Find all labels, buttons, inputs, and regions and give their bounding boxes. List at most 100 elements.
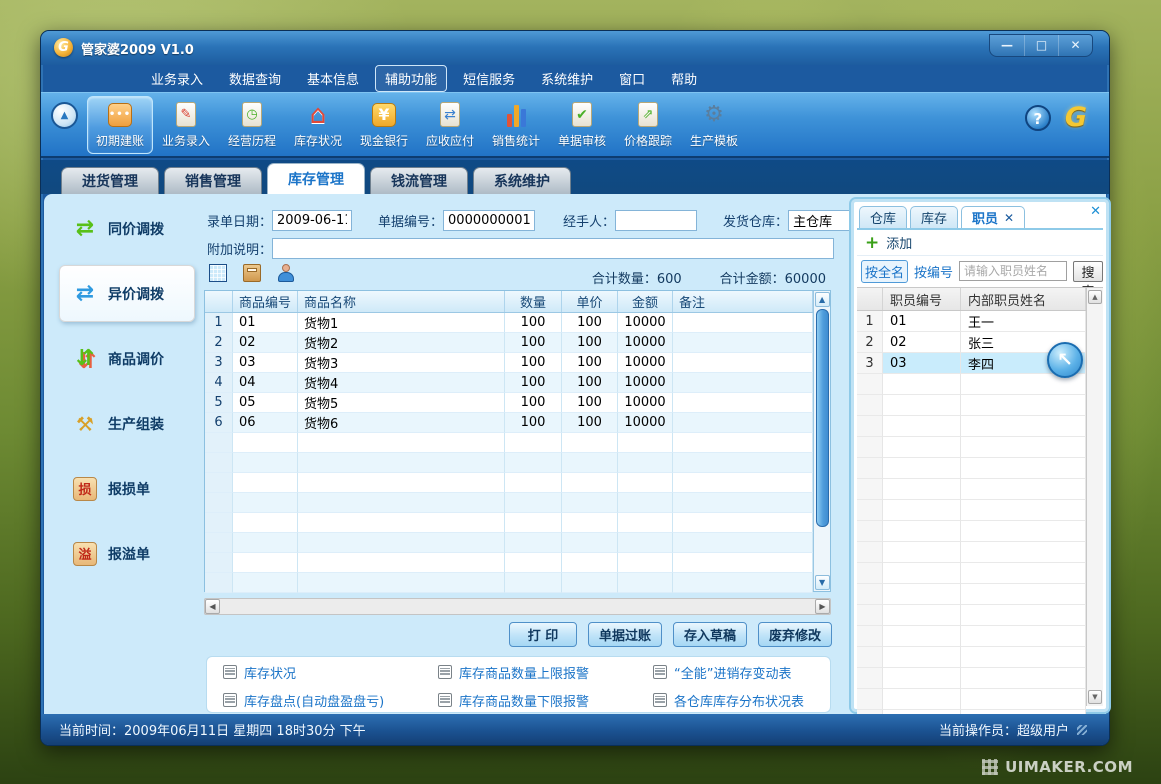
sidebar-item-overflow-report[interactable]: 溢 报溢单 — [59, 525, 195, 582]
menu-item-system-maintenance[interactable]: 系统维护 — [531, 65, 603, 92]
window-title: 管家婆2009 V1.0 — [81, 39, 194, 58]
menu-item-sms-service[interactable]: 短信服务 — [453, 65, 525, 92]
toolbar-item-price-tracking[interactable]: ⇗ 价格跟踪 — [615, 96, 681, 154]
toolbar-item-document-audit[interactable]: ✔ 单据审核 — [549, 96, 615, 154]
filter-by-fullname[interactable]: 按全名 — [861, 260, 908, 283]
link-warehouse-distribution[interactable]: 各仓库库存分布状况表 — [653, 691, 830, 710]
tab-system-maintenance[interactable]: 系统维护 — [473, 167, 571, 194]
link-lower-limit-alarm[interactable]: 库存商品数量下限报警 — [438, 691, 653, 710]
post-document-button[interactable]: 单据过账 — [588, 622, 662, 647]
tab-sales-management[interactable]: 销售管理 — [164, 167, 262, 194]
tab-inventory-management[interactable]: 库存管理 — [267, 163, 365, 194]
bar-chart-icon — [502, 101, 530, 129]
menu-item-aux-functions[interactable]: 辅助功能 — [375, 65, 447, 92]
sidebar-item-diff-price-transfer[interactable]: ⇄ 异价调拨 — [59, 265, 195, 322]
search-button[interactable]: 搜索 — [1073, 261, 1103, 282]
current-time-status: 当前时间：2009年06月11日 星期四 18时30分 下午 — [59, 720, 366, 739]
empty-row — [857, 395, 1086, 416]
table-row[interactable]: 303货物310010010000 — [205, 353, 813, 373]
minimize-button[interactable]: — — [990, 35, 1024, 56]
sidebar-item-assembly[interactable]: ⚒ 生产组装 — [59, 395, 195, 452]
tab-purchase-management[interactable]: 进货管理 — [61, 167, 159, 194]
employee-table-scrollbar[interactable]: ▲ ▼ — [1086, 288, 1103, 706]
sidebar-item-loss-report[interactable]: 损 报损单 — [59, 460, 195, 517]
sidebar-item-reprice[interactable]: ⇵ 商品调价 — [59, 330, 195, 387]
empty-row — [857, 584, 1086, 605]
print-button[interactable]: 打 印 — [509, 622, 577, 647]
watermark: UIMAKER.COM — [982, 758, 1133, 776]
loss-stamp-icon: 损 — [71, 475, 99, 503]
note-input[interactable] — [272, 238, 834, 259]
panel-tab-employee[interactable]: 职员 ✕ — [961, 206, 1025, 228]
link-inventory-status[interactable]: 库存状况 — [223, 663, 438, 682]
scroll-up-icon[interactable]: ▲ — [1088, 290, 1102, 304]
action-button-row: 打 印 单据过账 存入草稿 废弃修改 — [509, 622, 832, 647]
toolbar-item-cash-bank[interactable]: ¥ 现金银行 — [351, 96, 417, 154]
date-input[interactable] — [272, 210, 352, 231]
scroll-right-icon[interactable]: ▶ — [815, 599, 830, 614]
report-icon — [653, 693, 667, 707]
link-allinone-change-report[interactable]: “全能”进销存变动表 — [653, 663, 830, 682]
empty-row — [857, 689, 1086, 710]
handler-input[interactable] — [615, 210, 697, 231]
toolbar: ▲ ••• 初期建账 ✎ 业务录入 ◷ 经营历程 ⌂ 库存状况 ¥ 现金银行 ⇄… — [41, 92, 1109, 158]
employee-row[interactable]: 101王一 — [857, 311, 1086, 332]
maximize-button[interactable]: □ — [1024, 35, 1058, 56]
stock-lookup-icon[interactable] — [243, 264, 261, 282]
discard-changes-button[interactable]: 废弃修改 — [758, 622, 832, 647]
warehouse-lookup-icon[interactable] — [209, 264, 227, 282]
table-row[interactable]: 404货物410010010000 — [205, 373, 813, 393]
empty-row — [857, 416, 1086, 437]
help-icon[interactable]: ? — [1025, 105, 1051, 131]
empty-row — [857, 668, 1086, 689]
menu-item-help[interactable]: 帮助 — [661, 65, 707, 92]
toolbar-item-business-entry[interactable]: ✎ 业务录入 — [153, 96, 219, 154]
toolbar-item-initial-setup[interactable]: ••• 初期建账 — [87, 96, 153, 154]
panel-close-icon[interactable]: ✕ — [1090, 204, 1101, 219]
items-table-horizontal-scrollbar[interactable]: ◀ ▶ — [204, 598, 831, 615]
scroll-down-icon[interactable]: ▼ — [1088, 690, 1102, 704]
table-row[interactable]: 505货物510010010000 — [205, 393, 813, 413]
add-employee-button[interactable]: 添加 — [886, 233, 912, 252]
link-upper-limit-alarm[interactable]: 库存商品数量上限报警 — [438, 663, 653, 682]
collapse-toolbar-icon[interactable]: ▲ — [51, 102, 78, 129]
toolbar-item-production-template[interactable]: ⚙ 生产模板 — [681, 96, 747, 154]
totals: 合计数量：600 合计金额：60000 — [592, 268, 826, 287]
employee-lookup-icon[interactable] — [277, 264, 295, 282]
toolbar-item-business-history[interactable]: ◷ 经营历程 — [219, 96, 285, 154]
menu-item-window[interactable]: 窗口 — [609, 65, 655, 92]
save-draft-button[interactable]: 存入草稿 — [673, 622, 747, 647]
report-icon — [223, 693, 237, 707]
panel-tab-warehouse[interactable]: 仓库 — [859, 206, 907, 228]
doc-number-input[interactable] — [443, 210, 535, 231]
resize-grip[interactable] — [1077, 725, 1087, 735]
scroll-left-icon[interactable]: ◀ — [205, 599, 220, 614]
scroll-up-icon[interactable]: ▲ — [815, 292, 830, 307]
table-row[interactable]: 606货物610010010000 — [205, 413, 813, 433]
table-row[interactable]: 202货物210010010000 — [205, 333, 813, 353]
close-button[interactable]: ✕ — [1058, 35, 1092, 56]
sidebar-item-same-price-transfer[interactable]: ⇄ 同价调拨 — [59, 200, 195, 257]
menu-item-data-query[interactable]: 数据查询 — [219, 65, 291, 92]
panel-tab-stock[interactable]: 库存 — [910, 206, 958, 228]
document-pane: 录单日期： 单据编号： 经手人： 发货仓库： 附加说明： 合计数量：600 — [204, 194, 834, 714]
title-bar[interactable]: G 管家婆2009 V1.0 — □ ✕ — [41, 31, 1109, 65]
toolbar-item-sales-stats[interactable]: 销售统计 — [483, 96, 549, 154]
tab-cashflow-management[interactable]: 钱流管理 — [370, 167, 468, 194]
filter-by-code[interactable]: 按编号 — [914, 262, 953, 281]
table-row[interactable]: 101货物110010010000 — [205, 313, 813, 333]
items-table-body: 101货物110010010000 202货物210010010000 303货… — [205, 313, 813, 593]
link-stocktaking[interactable]: 库存盘点(自动盘盈盘亏) — [223, 691, 438, 710]
menu-item-business-entry[interactable]: 业务录入 — [141, 65, 213, 92]
items-table-vertical-scrollbar[interactable]: ▲ ▼ — [813, 291, 830, 591]
scroll-down-icon[interactable]: ▼ — [815, 575, 830, 590]
report-icon — [438, 693, 452, 707]
overflow-stamp-icon: 溢 — [71, 540, 99, 568]
employee-search-input[interactable] — [959, 261, 1067, 281]
menu-item-basic-info[interactable]: 基本信息 — [297, 65, 369, 92]
same-price-transfer-icon: ⇄ — [71, 215, 99, 243]
toolbar-item-inventory-status[interactable]: ⌂ 库存状况 — [285, 96, 351, 154]
toolbar-item-receivable-payable[interactable]: ⇄ 应收应付 — [417, 96, 483, 154]
scrollbar-thumb[interactable] — [816, 309, 829, 527]
tab-close-icon[interactable]: ✕ — [1004, 211, 1014, 225]
